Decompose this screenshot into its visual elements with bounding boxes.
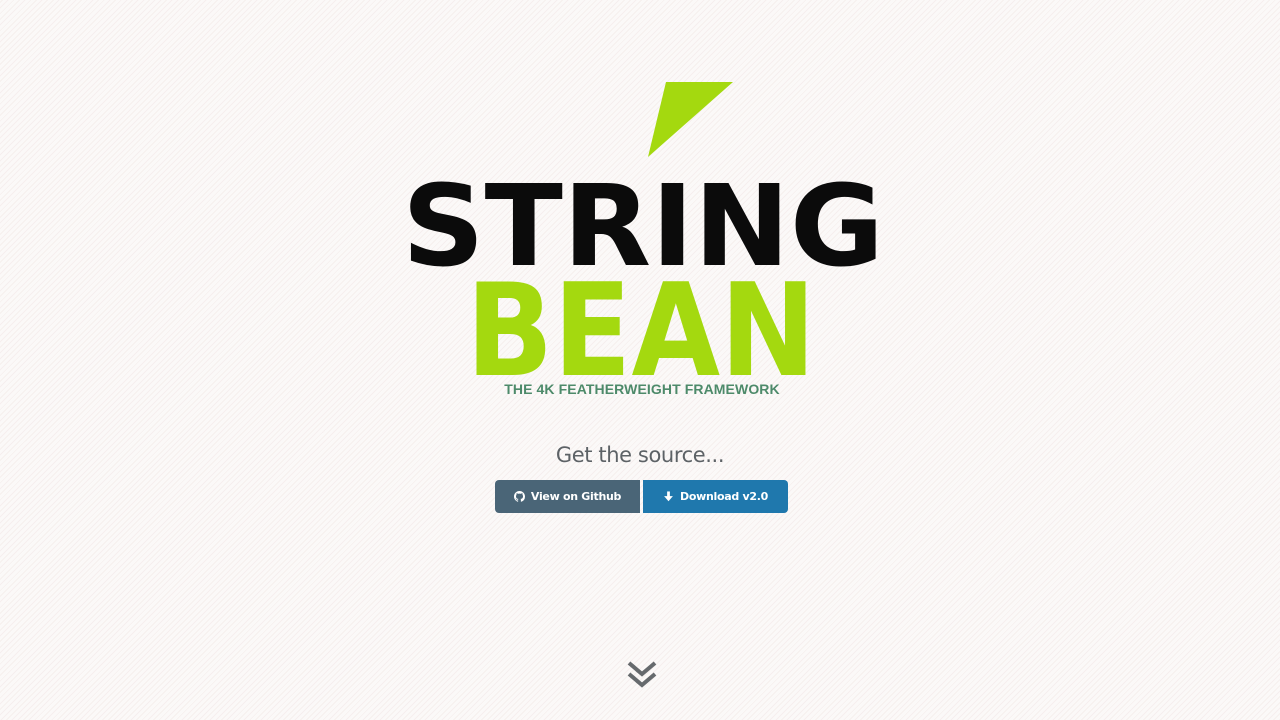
download-button[interactable]: Download v2.0	[643, 480, 788, 513]
source-button-group: View on Github Download v2.0	[495, 480, 788, 513]
logo-accent-wedge	[648, 82, 733, 157]
tagline: THE 4K FEATHERWEIGHT FRAMEWORK	[504, 381, 780, 397]
logo-word-bean: BEAN	[466, 257, 816, 385]
view-on-github-button[interactable]: View on Github	[495, 480, 640, 513]
download-arrow-icon	[663, 491, 674, 502]
scroll-down-chevron-icon[interactable]	[627, 660, 657, 690]
github-icon	[513, 491, 525, 502]
view-on-github-label: View on Github	[530, 490, 622, 503]
download-label: Download v2.0	[680, 490, 768, 503]
stringbean-logo: STRING BEAN	[395, 75, 895, 385]
source-heading: Get the source...	[555, 443, 725, 467]
hero-section: STRING BEAN THE 4K FEATHERWEIGHT FRAMEWO…	[0, 0, 1280, 720]
